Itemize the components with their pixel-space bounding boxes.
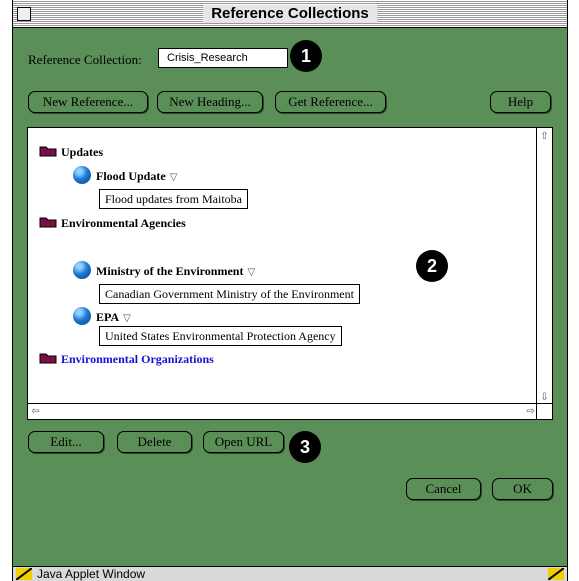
disclosure-triangle-icon[interactable]: ▽ — [123, 312, 131, 326]
tree-item-ministry[interactable]: Ministry of the Environment ▽ — [73, 261, 255, 280]
folder-icon — [39, 146, 57, 157]
callout-badge-3: 3 — [289, 431, 321, 463]
close-box-icon[interactable] — [17, 7, 31, 21]
folder-icon — [39, 217, 57, 228]
tree-heading-environmental-organizations[interactable]: Environmental Organizations — [39, 352, 214, 366]
scroll-left-arrow-icon[interactable]: ⇦ — [29, 405, 42, 418]
horizontal-scrollbar[interactable]: ⇦ ⇨ — [28, 403, 538, 419]
title-bar[interactable]: Reference Collections — [13, 0, 567, 28]
folder-icon — [39, 353, 57, 364]
warning-icon — [548, 568, 564, 580]
reference-collections-window: Reference Collections Reference Collecti… — [12, 0, 568, 581]
tree-label: Updates — [61, 145, 104, 159]
reference-tree-panel[interactable]: Updates Flood Update ▽ Flood updates from… — [27, 127, 553, 420]
disclosure-triangle-icon[interactable]: ▽ — [247, 266, 255, 280]
delete-button[interactable]: Delete — [117, 431, 192, 453]
get-reference-button[interactable]: Get Reference... — [275, 91, 386, 113]
window-title: Reference Collections — [203, 5, 377, 23]
tree-label: Environmental Agencies — [61, 216, 186, 230]
epa-description: United States Environmental Protection A… — [99, 326, 342, 346]
disclosure-triangle-icon[interactable]: ▽ — [170, 171, 178, 185]
collection-field[interactable]: Crisis_Research — [158, 48, 288, 68]
vertical-scrollbar[interactable]: ⇧ ⇩ — [536, 128, 552, 406]
ok-button[interactable]: OK — [492, 478, 553, 500]
ministry-description: Canadian Government Ministry of the Envi… — [99, 284, 360, 304]
help-button[interactable]: Help — [490, 91, 551, 113]
applet-status-bar: Java Applet Window — [12, 566, 568, 581]
globe-icon — [73, 307, 91, 325]
tree-heading-environmental-agencies[interactable]: Environmental Agencies — [39, 216, 186, 230]
warning-icon — [16, 568, 32, 580]
tree-label: Ministry of the Environment — [96, 264, 244, 278]
open-url-button[interactable]: Open URL — [203, 431, 284, 453]
globe-icon — [73, 166, 91, 184]
collection-label: Reference Collection: — [28, 52, 142, 67]
tree-label: EPA — [96, 310, 120, 324]
callout-badge-2: 2 — [416, 250, 448, 282]
tree-item-flood-update[interactable]: Flood Update ▽ — [73, 166, 177, 185]
callout-badge-1: 1 — [290, 40, 322, 72]
edit-button[interactable]: Edit... — [28, 431, 104, 453]
cancel-button[interactable]: Cancel — [406, 478, 481, 500]
flood-update-description: Flood updates from Maitoba — [99, 189, 248, 209]
tree-label: Environmental Organizations — [61, 352, 214, 366]
scrollbar-corner — [536, 403, 552, 419]
globe-icon — [73, 261, 91, 279]
new-heading-button[interactable]: New Heading... — [157, 91, 263, 113]
tree-label: Flood Update — [96, 169, 166, 183]
tree-item-epa[interactable]: EPA ▽ — [73, 307, 131, 326]
new-reference-button[interactable]: New Reference... — [28, 91, 148, 113]
tree-heading-updates[interactable]: Updates — [39, 145, 103, 159]
scroll-up-arrow-icon[interactable]: ⇧ — [538, 130, 551, 143]
status-text: Java Applet Window — [37, 567, 146, 581]
